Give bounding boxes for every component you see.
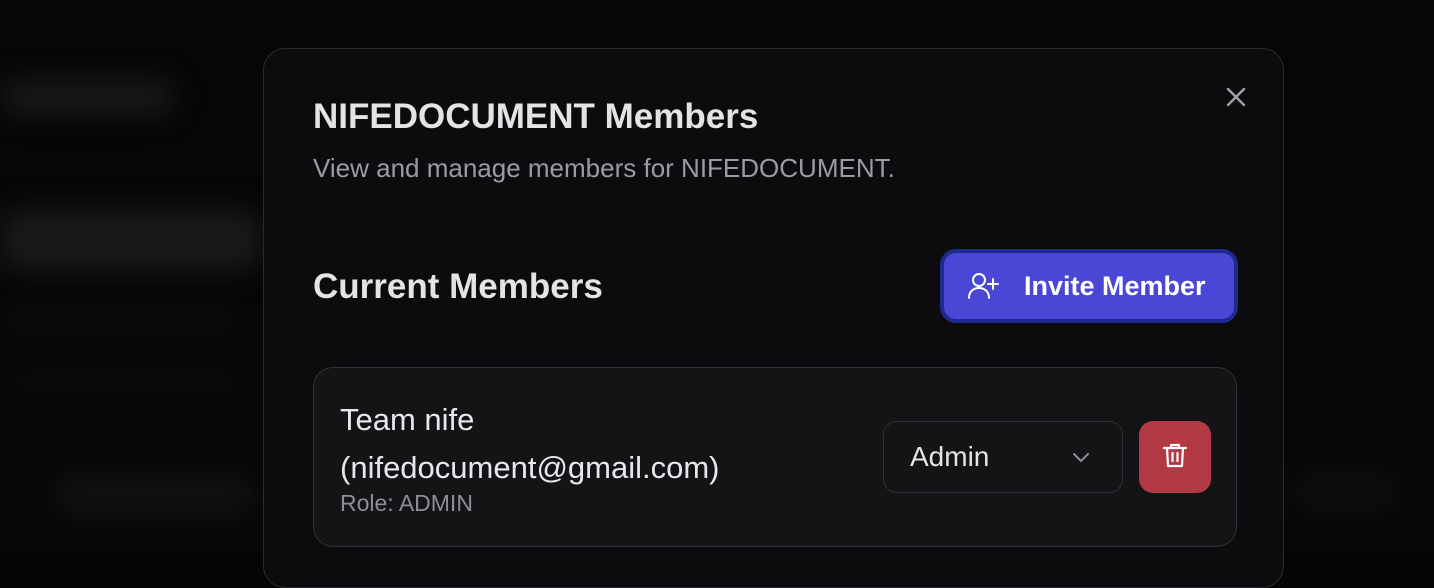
section-title: Current Members: [313, 267, 603, 306]
role-select-value: Admin: [910, 441, 990, 472]
blurred-text-block: [0, 372, 250, 390]
member-role-text: Role: ADMIN: [340, 490, 473, 516]
modal-subtitle: View and manage members for NIFEDOCUMENT…: [313, 153, 895, 183]
modal-title: NIFEDOCUMENT Members: [313, 97, 759, 136]
blurred-text-block: [0, 312, 240, 330]
role-select[interactable]: Admin: [883, 421, 1123, 493]
blurred-button-block: [1290, 472, 1400, 512]
blurred-heading-block: [0, 210, 262, 270]
user-plus-icon: [966, 269, 1000, 303]
members-modal: NIFEDOCUMENT Members View and manage mem…: [263, 48, 1284, 588]
member-name: Team nife (nifedocument@gmail.com): [340, 402, 720, 485]
delete-member-button[interactable]: [1139, 421, 1211, 493]
blurred-text-block: [0, 80, 175, 114]
blurred-button-block: [55, 470, 255, 518]
close-icon[interactable]: [1225, 86, 1247, 113]
invite-member-button[interactable]: Invite Member: [940, 249, 1238, 323]
close-button[interactable]: [1222, 85, 1250, 113]
member-card: Team nife (nifedocument@gmail.com) Role:…: [313, 367, 1237, 547]
trash-icon: [1160, 440, 1190, 475]
chevron-down-icon: [1070, 446, 1092, 468]
invite-member-label: Invite Member: [1024, 270, 1206, 301]
